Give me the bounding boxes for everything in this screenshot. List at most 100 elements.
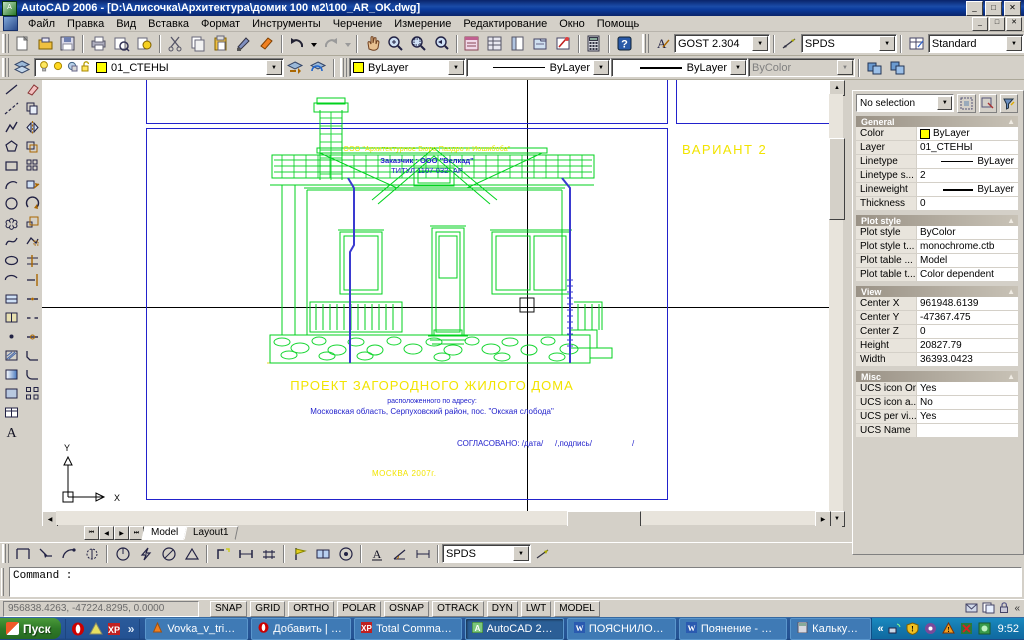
gradient-icon[interactable]	[1, 365, 21, 384]
spds-style-combo[interactable]: SPDS ▼	[442, 544, 531, 563]
chevron-down-icon[interactable]: ▼	[593, 60, 609, 75]
document-icon[interactable]	[3, 16, 18, 31]
prop-value[interactable]: Color dependent	[917, 268, 1018, 281]
layer-previous-icon[interactable]	[307, 56, 330, 79]
freeze-vp-icon[interactable]	[66, 60, 78, 75]
prop-value[interactable]: 0	[917, 325, 1018, 338]
spds-table-icon[interactable]	[311, 542, 334, 565]
array-icon[interactable]	[22, 156, 42, 175]
properties-icon[interactable]	[461, 32, 484, 55]
chevron-up-icon[interactable]: ▲	[1007, 216, 1015, 225]
horizontal-scroll-thumb[interactable]	[567, 511, 641, 527]
layer-make-current-icon[interactable]	[284, 56, 307, 79]
chevron-down-icon[interactable]: ▼	[937, 96, 953, 110]
winamp-icon[interactable]	[89, 621, 104, 636]
tab-layout1[interactable]: Layout1	[183, 526, 239, 540]
doc-close-button[interactable]: ✕	[1006, 16, 1022, 31]
prop-value[interactable]: 01_СТЕНЫ	[917, 141, 1018, 154]
spds-axis-icon[interactable]	[11, 542, 34, 565]
table-style-combo[interactable]: Standard ▼	[927, 34, 1024, 53]
open-file-icon[interactable]	[34, 32, 57, 55]
prop-row-thickness[interactable]: Thickness 0	[856, 197, 1018, 211]
copy-object-icon[interactable]	[22, 99, 42, 118]
task-item-calculator[interactable]: Калькулятор	[790, 617, 872, 640]
horizontal-scrollbar[interactable]: ◀ ▶	[42, 511, 831, 527]
layer-control-combo[interactable]: 01_СТЕНЫ ▼	[34, 58, 284, 77]
point-icon[interactable]	[1, 327, 21, 346]
arc-icon[interactable]	[1, 175, 21, 194]
lightbulb-on-icon[interactable]	[38, 60, 50, 75]
fillet-icon[interactable]	[22, 365, 42, 384]
make-objects-layer-icon[interactable]	[863, 56, 886, 79]
prop-value[interactable]: -47367.475	[917, 311, 1018, 324]
prop-value[interactable]: 0	[917, 197, 1018, 210]
match-properties-icon[interactable]	[232, 32, 255, 55]
chevron-down-icon[interactable]: ▼	[879, 36, 896, 51]
prop-value[interactable]: Yes	[917, 410, 1018, 423]
dim-style-icon[interactable]	[778, 32, 801, 55]
paste-icon[interactable]	[209, 32, 232, 55]
spds-node-icon[interactable]	[80, 542, 103, 565]
prop-value[interactable]: 36393.0423	[917, 353, 1018, 366]
prop-row-ucs-name[interactable]: UCS Name	[856, 424, 1018, 438]
status-toggle-otrack[interactable]: OTRACK	[432, 600, 484, 617]
sheet-set-icon[interactable]	[529, 32, 552, 55]
green-icon[interactable]	[978, 622, 992, 636]
chevron-down-icon[interactable]: ▼	[752, 36, 769, 51]
prop-value[interactable]: ByColor	[917, 226, 1018, 239]
tab-first-button[interactable]: ⏮	[84, 526, 99, 540]
spds-text-icon[interactable]: A	[365, 542, 388, 565]
construction-line-icon[interactable]	[1, 99, 21, 118]
explode-icon[interactable]	[22, 384, 42, 403]
menu-item-dimension[interactable]: Измерение	[388, 17, 457, 31]
prop-row-center-x[interactable]: Center X 961948.6139	[856, 297, 1018, 311]
spds-cut-icon[interactable]	[211, 542, 234, 565]
scroll-down-button[interactable]: ▼	[829, 511, 845, 527]
taskbar-clock[interactable]: 9:52	[996, 623, 1019, 635]
status-toggle-lwt[interactable]: LWT	[520, 600, 552, 617]
quick-select-icon[interactable]	[957, 93, 976, 113]
layer-properties-icon[interactable]	[886, 56, 909, 79]
plot-icon[interactable]	[87, 32, 110, 55]
toolbar-grip[interactable]	[642, 34, 650, 53]
help-icon[interactable]: ?	[613, 32, 636, 55]
horizontal-scroll-track[interactable]	[56, 511, 815, 525]
lineweight-control-combo[interactable]: ByLayer ▼	[611, 58, 748, 77]
prop-value[interactable]: 961948.6139	[917, 297, 1018, 310]
selection-combo[interactable]: No selection ▼	[856, 94, 955, 112]
hatch-icon[interactable]	[1, 346, 21, 365]
multiline-text-icon[interactable]: A	[1, 422, 21, 441]
zoom-realtime-icon[interactable]	[384, 32, 407, 55]
prop-row-height[interactable]: Height 20827.79	[856, 339, 1018, 353]
start-button[interactable]: Пуск	[0, 618, 61, 639]
close-red-icon[interactable]	[960, 622, 974, 636]
mirror-icon[interactable]	[22, 118, 42, 137]
undo-dropdown-icon[interactable]	[309, 32, 320, 55]
spds-level-icon[interactable]	[257, 542, 280, 565]
media-player-icon[interactable]: XP	[107, 621, 122, 636]
scroll-right-button[interactable]: ▶	[815, 511, 831, 527]
status-toggle-model[interactable]: MODEL	[554, 600, 600, 617]
spds-angle-dim-icon[interactable]	[388, 542, 411, 565]
menu-item-tools[interactable]: Инструменты	[246, 17, 327, 31]
spds-triangle-icon[interactable]	[180, 542, 203, 565]
linetype-control-combo[interactable]: ByLayer ▼	[466, 58, 611, 77]
move-icon[interactable]	[22, 175, 42, 194]
chevron-down-icon[interactable]: ▼	[513, 546, 529, 561]
prop-value[interactable]: ByLayer	[917, 183, 1018, 196]
chevron-down-icon[interactable]: ▼	[730, 60, 746, 75]
prop-row-plot-style-table[interactable]: Plot style t... monochrome.ctb	[856, 240, 1018, 254]
prop-row-ucs-per-viewport[interactable]: UCS per vi... Yes	[856, 410, 1018, 424]
publish-icon[interactable]	[133, 32, 156, 55]
revcloud-icon[interactable]	[1, 213, 21, 232]
undo-block-icon[interactable]	[255, 32, 278, 55]
status-toggle-osnap[interactable]: OSNAP	[384, 600, 430, 617]
break-at-point-icon[interactable]	[22, 289, 42, 308]
task-item-word-poyanenie[interactable]: W Поянение - Micro...	[678, 617, 788, 640]
spds-arc-leader-icon[interactable]	[57, 542, 80, 565]
chamfer-icon[interactable]	[22, 346, 42, 365]
lock-toolbars-icon[interactable]	[999, 601, 1011, 617]
tray-expand-icon[interactable]: «	[877, 623, 883, 635]
prop-row-center-z[interactable]: Center Z 0	[856, 325, 1018, 339]
chevron-down-icon[interactable]: ▼	[266, 60, 282, 75]
